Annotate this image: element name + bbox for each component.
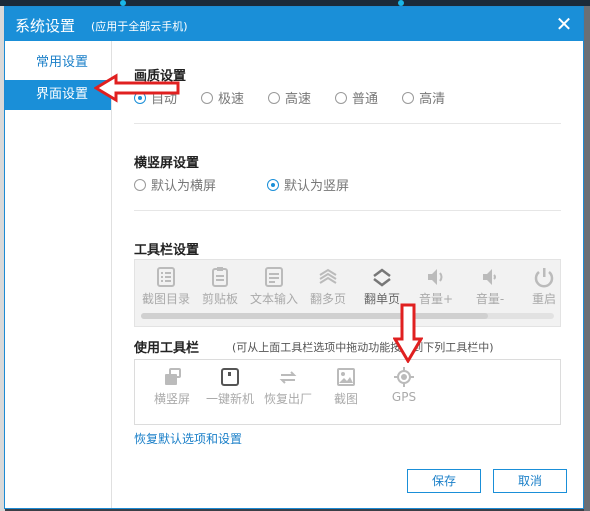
radio-icon (402, 91, 415, 104)
used-toolbar-row: 横竖屏 一键新机 恢复出厂 截图 GPS (143, 366, 433, 407)
used-tool-new-device[interactable]: 一键新机 (201, 366, 259, 407)
tool-screenshot-folder[interactable]: 截图目录 (139, 266, 193, 307)
radio-label: 高清 (419, 92, 446, 107)
section-divider (134, 123, 561, 124)
used-toolbar-title: 使用工具栏 (134, 341, 200, 356)
dialog-titlebar[interactable]: 系统设置 (应用于全部云手机) ✕ (5, 7, 583, 41)
tool-label: 文本输入 (249, 292, 298, 306)
factory-reset-icon (279, 371, 297, 384)
tool-text-input[interactable]: 文本输入 (247, 266, 301, 307)
dialog-subtitle: (应用于全部云手机) (91, 20, 188, 33)
tool-label: 横竖屏 (153, 392, 190, 406)
tool-label: 截图目录 (141, 292, 190, 306)
radio-label: 默认为竖屏 (284, 179, 350, 194)
orientation-option-portrait[interactable]: 默认为竖屏 (267, 175, 349, 194)
orientation-section-title: 横竖屏设置 (134, 156, 200, 171)
used-tool-screenshot[interactable]: 截图 (317, 366, 375, 407)
tool-label: 音量+ (418, 292, 454, 306)
used-toolbar-hint: (可从上面工具栏选项中拖动功能按钮到下列工具栏中) (232, 341, 494, 354)
scrollbar-thumb[interactable] (141, 313, 488, 319)
dialog-title: 系统设置 (15, 17, 76, 35)
tool-volume-up[interactable]: 音量+ (409, 266, 463, 307)
toolbar-scrollbar[interactable] (141, 313, 554, 319)
radio-icon (268, 91, 281, 104)
reset-defaults-link[interactable]: 恢复默认选项和设置 (134, 430, 242, 447)
quality-radio-group: 自动 极速 高速 普通 高清 (134, 88, 469, 107)
tool-label: GPS (391, 390, 417, 404)
radio-icon (134, 178, 146, 191)
gps-icon (394, 367, 414, 387)
new-device-icon (221, 368, 239, 386)
tool-label: 剪贴板 (201, 292, 238, 306)
radio-label: 高速 (285, 92, 312, 107)
settings-content: 画质设置 自动 极速 高速 普通 高清 横竖屏设置 默认为横屏 默认为竖屏 工具… (111, 41, 583, 508)
quality-option-normal[interactable]: 普通 (335, 88, 378, 107)
tool-volume-down[interactable]: 音量- (463, 266, 517, 307)
save-button[interactable]: 保存 (407, 469, 481, 493)
radio-checked-icon (267, 178, 280, 191)
radio-icon (201, 91, 214, 104)
radio-icon (335, 91, 348, 104)
tool-clipboard[interactable]: 剪贴板 (193, 266, 247, 307)
tool-label: 音量- (475, 292, 505, 306)
radio-label: 极速 (218, 92, 245, 107)
page-multi-icon (319, 268, 337, 284)
used-tool-rotate[interactable]: 横竖屏 (143, 366, 201, 407)
section-divider (134, 210, 561, 211)
radio-label: 默认为横屏 (151, 179, 217, 194)
page-single-icon (373, 268, 391, 287)
volume-down-icon (483, 269, 496, 285)
toolbar-options-row: 截图目录 剪贴板 文本输入 翻多页 翻单页 音量+ 音量- 重启 (139, 266, 560, 307)
quality-option-hd[interactable]: 高清 (402, 88, 445, 107)
settings-dialog: 系统设置 (应用于全部云手机) ✕ 常用设置 界面设置 画质设置 自动 极速 高… (4, 6, 584, 509)
tool-label: 翻多页 (309, 292, 346, 306)
tool-page-multi[interactable]: 翻多页 (301, 266, 355, 307)
tool-label: 截图 (333, 392, 358, 406)
screenshot-folder-icon (157, 267, 175, 287)
tool-page-single[interactable]: 翻单页 (355, 266, 409, 307)
close-button[interactable]: ✕ (553, 13, 575, 35)
tool-label: 一键新机 (205, 392, 254, 406)
toolbar-section-title: 工具栏设置 (134, 243, 200, 258)
used-tool-gps[interactable]: GPS (375, 366, 433, 407)
used-tool-factory-reset[interactable]: 恢复出厂 (259, 366, 317, 407)
screenshot-icon (337, 368, 355, 386)
annotation-arrow-down-icon (393, 303, 423, 363)
used-toolbar-box: 横竖屏 一键新机 恢复出厂 截图 GPS (134, 359, 561, 425)
annotation-arrow-left-icon (94, 73, 180, 103)
volume-up-icon (428, 269, 443, 285)
cancel-button[interactable]: 取消 (493, 469, 567, 493)
orientation-radio-group: 默认为横屏 默认为竖屏 (134, 175, 373, 194)
radio-label: 普通 (352, 92, 379, 107)
text-input-icon (265, 267, 283, 287)
quality-option-fast[interactable]: 高速 (268, 88, 311, 107)
toolbar-options-box: 截图目录 剪贴板 文本输入 翻多页 翻单页 音量+ 音量- 重启 (134, 259, 561, 327)
clipboard-icon (212, 267, 228, 287)
background-app-right (584, 6, 590, 511)
settings-sidebar: 常用设置 界面设置 (5, 41, 112, 508)
power-icon (534, 268, 554, 288)
tool-restart[interactable]: 重启 (517, 266, 560, 307)
tool-label: 重启 (531, 292, 556, 306)
quality-option-fastest[interactable]: 极速 (201, 88, 244, 107)
orientation-option-landscape[interactable]: 默认为横屏 (134, 175, 216, 194)
rotate-icon (165, 368, 181, 385)
tool-label: 恢复出厂 (263, 392, 312, 406)
